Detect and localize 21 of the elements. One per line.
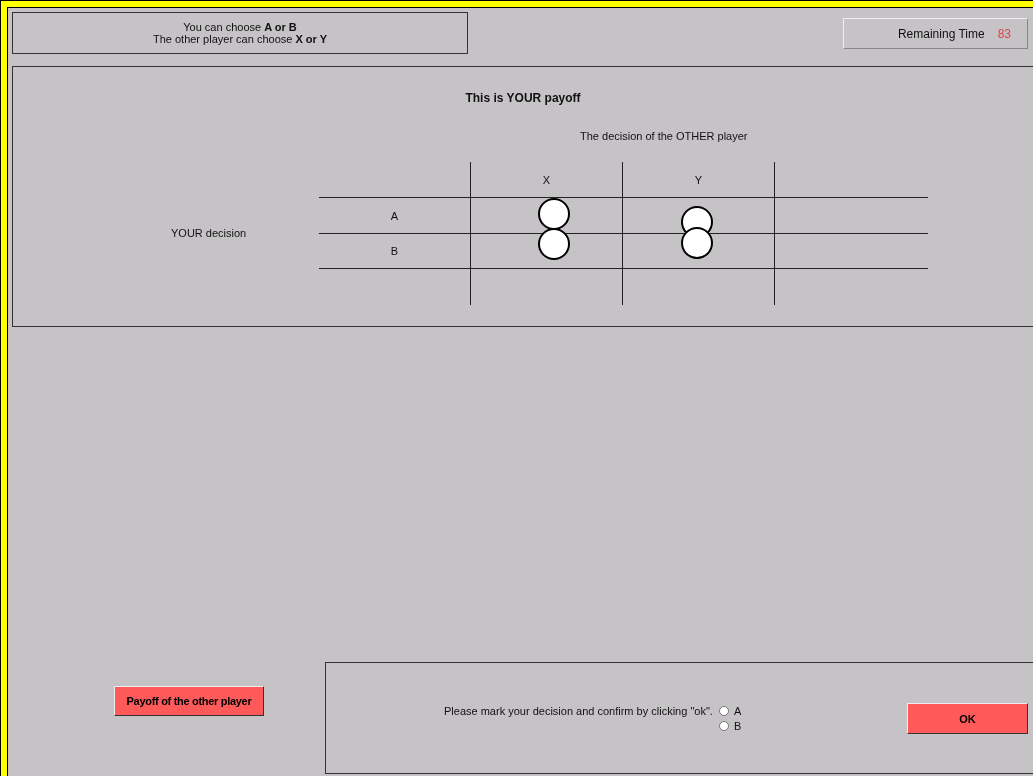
panel-title: This is YOUR payoff — [464, 91, 582, 105]
radio-button[interactable] — [718, 721, 729, 731]
column-label-cell: Y — [622, 162, 774, 197]
decision-option[interactable]: B — [718, 720, 742, 732]
radio-button[interactable] — [718, 706, 729, 716]
timer-label: Remaining Time — [897, 26, 985, 41]
decision-option[interactable]: A — [718, 705, 742, 717]
instruction-text: The other player can choose X or Y — [152, 33, 328, 45]
timer-value: 83 — [997, 26, 1011, 41]
circle-icon — [537, 197, 570, 230]
other-payoff-button[interactable]: Payoff of the other player — [114, 686, 264, 716]
decision-prompt: Please mark your decision and confirm by clicking "ok". — [444, 705, 713, 717]
row-label-cell: B — [319, 233, 470, 268]
circle-icon — [537, 228, 570, 260]
row-label-cell: A — [319, 197, 470, 233]
instruction-text: You can choose A or B — [183, 21, 297, 33]
circle-icon — [680, 227, 713, 259]
ok-button[interactable]: OK — [907, 703, 1028, 734]
column-heading: The decision of the OTHER player — [580, 130, 749, 142]
column-label-cell: X — [470, 162, 622, 197]
row-heading: YOUR decision — [171, 226, 247, 239]
